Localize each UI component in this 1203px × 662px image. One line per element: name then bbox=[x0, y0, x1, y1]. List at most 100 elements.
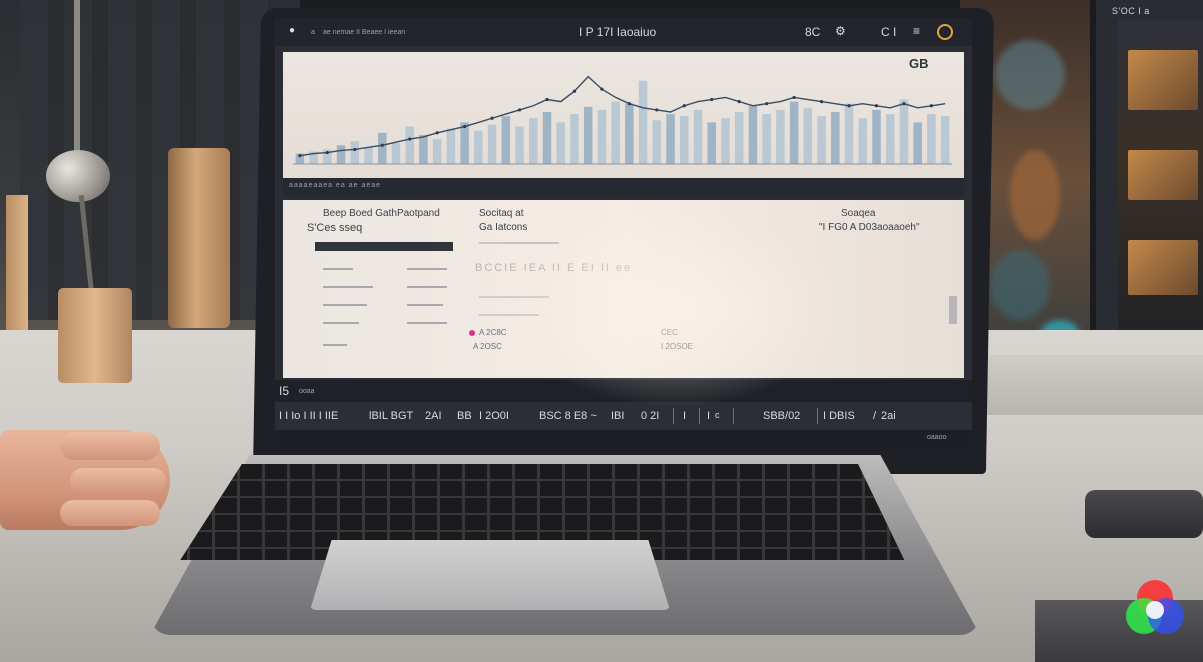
toolbar-separator bbox=[733, 408, 734, 424]
toolbar-item[interactable]: 2ai bbox=[881, 410, 896, 422]
section-bar: aaaaeaaea ea ae aeae bbox=[283, 178, 964, 196]
ring-icon[interactable] bbox=[937, 24, 953, 40]
toolbar-item[interactable]: c bbox=[715, 410, 720, 420]
menu-icon[interactable]: ≡ bbox=[913, 24, 920, 38]
toolbar-item[interactable]: I 2O0I bbox=[479, 410, 509, 422]
chart-point bbox=[765, 102, 769, 106]
faded-line: BCCIE IEA II E EI II ee bbox=[475, 262, 633, 274]
finger bbox=[70, 468, 166, 494]
chart-point bbox=[874, 104, 879, 108]
bokeh-light bbox=[1010, 150, 1060, 240]
desk-shelf bbox=[975, 355, 1203, 415]
chart-bar bbox=[940, 116, 950, 164]
chart-point bbox=[819, 100, 824, 104]
panel-right-value: "I FG0 A D03aoaaoeh" bbox=[819, 222, 920, 233]
chart-bar bbox=[707, 122, 716, 164]
list-item[interactable] bbox=[323, 344, 347, 346]
chart-bar bbox=[487, 124, 497, 164]
chart-bar bbox=[501, 116, 511, 164]
chart-bar bbox=[652, 120, 662, 164]
list-item[interactable] bbox=[323, 322, 359, 324]
chart-point bbox=[298, 154, 302, 158]
panel-right-heading: Soaqea bbox=[841, 208, 876, 219]
chart-bar bbox=[734, 112, 744, 164]
chart-point bbox=[655, 108, 659, 112]
chart-bar bbox=[638, 80, 648, 164]
chart-point bbox=[600, 87, 604, 91]
lamp-pole bbox=[74, 0, 80, 175]
wooden-vase-tall bbox=[168, 148, 230, 328]
chart-bar bbox=[927, 114, 936, 164]
chart-bar bbox=[899, 99, 909, 164]
chart-point bbox=[902, 102, 906, 106]
list-item[interactable] bbox=[323, 304, 367, 306]
toolbar-item[interactable]: I I Io I II I IIE bbox=[279, 410, 338, 422]
search-icon[interactable]: ● bbox=[289, 25, 295, 36]
list-item[interactable] bbox=[407, 304, 443, 306]
monitor-thumbnail bbox=[1128, 240, 1198, 295]
top-bar-right-text: C I bbox=[881, 25, 897, 39]
details-panel: Beep Boed GathPaotpand S'Ces sseq Socita… bbox=[283, 200, 964, 378]
list-item[interactable] bbox=[407, 286, 447, 288]
toolbar-item[interactable]: I bbox=[683, 410, 686, 422]
selection-bar[interactable] bbox=[315, 242, 453, 251]
settings-icon[interactable]: ⚙ bbox=[835, 24, 846, 38]
list-item[interactable] bbox=[407, 268, 447, 270]
chart-bar bbox=[405, 126, 414, 164]
monitor-screen: S'OC I a bbox=[1112, 6, 1203, 355]
chart-bar bbox=[432, 139, 442, 164]
section-bar-text: aaaaeaaea ea ae aeae bbox=[289, 182, 382, 189]
list-item[interactable] bbox=[407, 322, 447, 324]
monitor-thumbnail bbox=[1128, 50, 1198, 110]
chart-bar bbox=[377, 132, 387, 164]
chart-bar bbox=[789, 101, 799, 164]
laptop-trackpad[interactable] bbox=[310, 540, 670, 610]
laptop-screen: ● a ae nemae II Beaee I ieean I P 17I Ia… bbox=[275, 18, 972, 448]
chart-point bbox=[572, 89, 577, 93]
chart-point bbox=[792, 95, 796, 100]
chart-point bbox=[408, 137, 412, 141]
toolbar-item[interactable]: I DBIS bbox=[823, 410, 855, 422]
chart-bar bbox=[350, 141, 360, 164]
chart-point bbox=[463, 124, 467, 129]
chart-point bbox=[325, 150, 329, 155]
toolbar-item[interactable]: BSC 8 E8 ~ bbox=[539, 410, 597, 422]
toolbar-item[interactable]: SBB/02 bbox=[763, 410, 800, 422]
footer-bar: oaaoo bbox=[275, 430, 972, 448]
chart-point bbox=[490, 116, 494, 120]
chart-bar bbox=[872, 109, 881, 164]
list-item[interactable] bbox=[323, 268, 353, 270]
chart-point bbox=[710, 97, 714, 102]
toolbar-item[interactable]: I bbox=[707, 410, 710, 422]
wooden-block bbox=[58, 288, 132, 383]
footer-text: oaaoo bbox=[927, 434, 947, 441]
chart-bar bbox=[419, 134, 428, 164]
chart-point bbox=[545, 97, 549, 102]
chart-bar bbox=[666, 114, 675, 164]
chart-bar bbox=[542, 112, 552, 164]
toolbar-item[interactable]: IBI bbox=[611, 410, 624, 422]
faded-row bbox=[479, 296, 549, 298]
top-bar: ● a ae nemae II Beaee I ieean I P 17I Ia… bbox=[275, 18, 972, 46]
toolbar-item[interactable]: lBIL BGT bbox=[369, 410, 413, 422]
chart-point bbox=[737, 100, 741, 104]
chart-bar bbox=[844, 103, 854, 164]
status-dot bbox=[469, 330, 475, 336]
toolbar-item[interactable]: 2AI bbox=[425, 410, 442, 422]
toolbar-item[interactable]: 0 2I bbox=[641, 410, 659, 422]
list-item[interactable] bbox=[323, 286, 373, 288]
finger bbox=[60, 500, 160, 526]
chart-point bbox=[929, 104, 934, 108]
chart-point bbox=[435, 131, 439, 135]
chart-bar bbox=[556, 122, 565, 164]
scrollbar[interactable] bbox=[949, 296, 957, 324]
chart-point bbox=[847, 104, 851, 108]
chart-bar bbox=[913, 122, 922, 164]
toolbar-item[interactable]: BB bbox=[457, 410, 472, 422]
bullet-text: A 2C8C bbox=[479, 328, 507, 337]
chart-bar bbox=[391, 143, 401, 164]
chart-point bbox=[353, 147, 357, 152]
toolbar-item[interactable]: / bbox=[873, 410, 876, 422]
window-title: I P 17I Iaoaiuo bbox=[579, 25, 657, 39]
lamp-globe bbox=[46, 150, 110, 202]
